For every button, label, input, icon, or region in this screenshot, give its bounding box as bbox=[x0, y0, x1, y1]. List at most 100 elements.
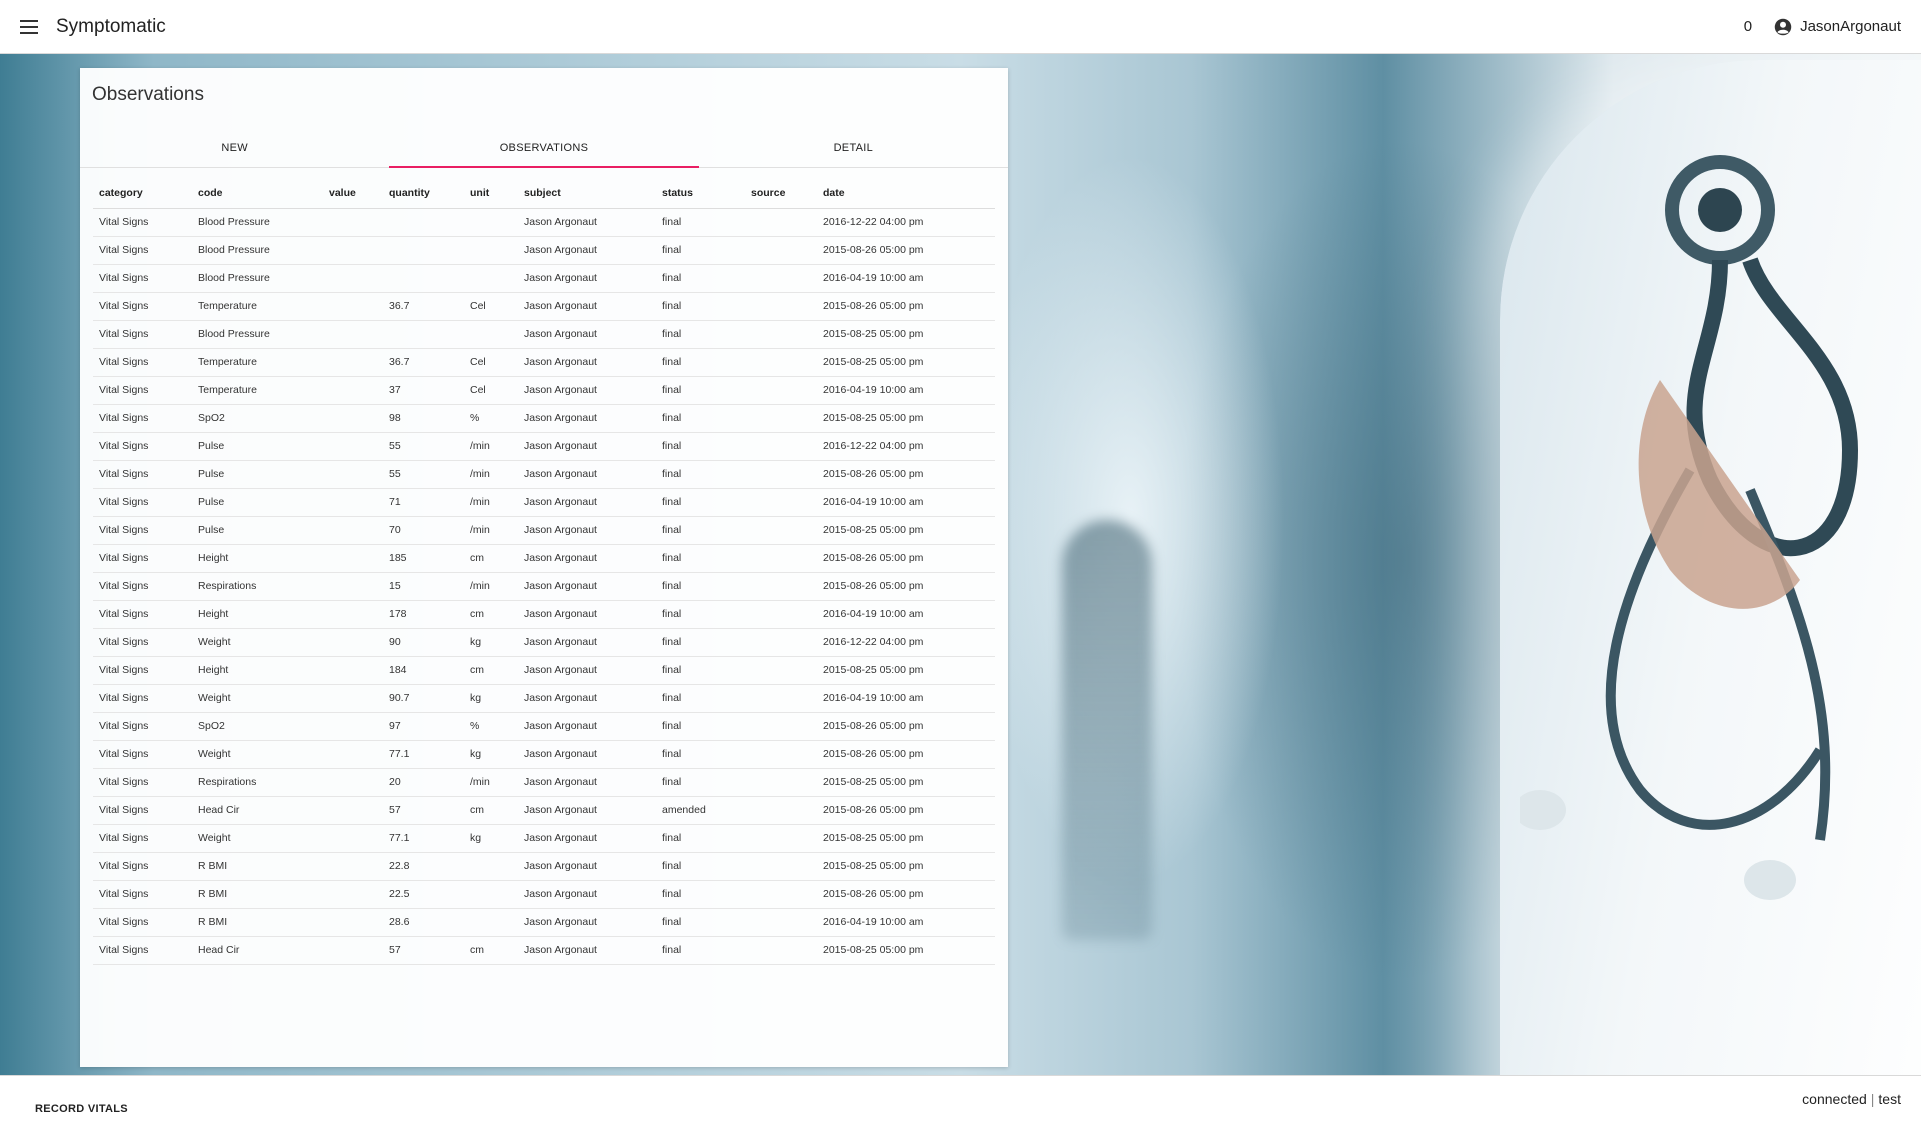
observations-card: Observations NEW OBSERVATIONS DETAIL cat… bbox=[80, 68, 1008, 1067]
cell-category: Vital Signs bbox=[93, 684, 192, 713]
account-circle-icon[interactable] bbox=[1774, 18, 1792, 36]
cell-category: Vital Signs bbox=[93, 852, 192, 881]
table-row[interactable]: Vital Signs Pulse 71/min Jason Argonaut fina… bbox=[93, 488, 995, 517]
cell-value bbox=[323, 628, 383, 657]
cell-code: Head Cir bbox=[192, 796, 323, 825]
cell-subject: Jason Argonaut bbox=[518, 824, 656, 853]
table-row[interactable]: Vital Signs Blood Pressure Jason Argonaut f… bbox=[93, 320, 995, 349]
column-header-status[interactable]: status bbox=[656, 178, 745, 209]
cell-status: amended bbox=[656, 796, 745, 825]
status-separator: | bbox=[1870, 1091, 1875, 1107]
cell-quantity: 15 bbox=[383, 572, 464, 601]
column-header-category[interactable]: category bbox=[93, 178, 192, 209]
cell-source bbox=[745, 768, 817, 797]
table-row[interactable]: Vital Signs Pulse 55/min Jason Argonaut fina… bbox=[93, 460, 995, 489]
table-header-row: category code value quantity unit subjec… bbox=[93, 178, 995, 209]
cell-value bbox=[323, 572, 383, 601]
table-row[interactable]: Vital Signs Pulse 55/min Jason Argonaut fina… bbox=[93, 432, 995, 461]
cell-quantity: 22.5 bbox=[383, 880, 464, 909]
table-row[interactable]: Vital Signs Height 184 cm Jason Argonaut fina… bbox=[93, 656, 995, 685]
table-row[interactable]: Vital Signs Height 178 cm Jason Argonaut fina… bbox=[93, 600, 995, 629]
column-header-code[interactable]: code bbox=[192, 178, 323, 209]
cell-unit: kg bbox=[464, 824, 518, 853]
cell-code: Temperature bbox=[192, 292, 323, 321]
tab-observations[interactable]: OBSERVATIONS bbox=[389, 134, 699, 168]
table-row[interactable]: Vital Signs Respirations 15/min Jason Argon… bbox=[93, 572, 995, 601]
tab-detail[interactable]: DETAIL bbox=[699, 134, 1008, 167]
username-label[interactable]: JasonArgonaut bbox=[1800, 18, 1901, 35]
column-header-subject[interactable]: subject bbox=[518, 178, 656, 209]
column-header-source[interactable]: source bbox=[745, 178, 817, 209]
column-header-date[interactable]: date bbox=[817, 178, 995, 209]
cell-quantity: 178 bbox=[383, 600, 464, 629]
table-row[interactable]: Vital Signs Blood Pressure Jason Argonaut f… bbox=[93, 264, 995, 293]
cell-value bbox=[323, 712, 383, 741]
cell-category: Vital Signs bbox=[93, 712, 192, 741]
cell-code: Blood Pressure bbox=[192, 320, 323, 349]
table-row[interactable]: Vital Signs Temperature 36.7 Cel Jason Argon… bbox=[93, 292, 995, 321]
cell-subject: Jason Argonaut bbox=[518, 320, 656, 349]
cell-source bbox=[745, 880, 817, 909]
cell-category: Vital Signs bbox=[93, 376, 192, 405]
record-vitals-button[interactable]: RECORD VITALS bbox=[35, 1103, 128, 1115]
cell-source bbox=[745, 628, 817, 657]
table-row[interactable]: Vital Signs R BMI 28.6 Jason Argonaut final 2… bbox=[93, 908, 995, 937]
background-figure bbox=[1062, 520, 1152, 940]
cell-code: Blood Pressure bbox=[192, 208, 323, 237]
cell-category: Vital Signs bbox=[93, 264, 192, 293]
cell-status: final bbox=[656, 544, 745, 573]
column-header-value[interactable]: value bbox=[323, 178, 383, 209]
cell-status: final bbox=[656, 292, 745, 321]
cell-subject: Jason Argonaut bbox=[518, 208, 656, 237]
table-row[interactable]: Vital Signs Blood Pressure Jason Argonaut f… bbox=[93, 208, 995, 237]
cell-quantity: 70 bbox=[383, 516, 464, 545]
cell-status: final bbox=[656, 684, 745, 713]
table-row[interactable]: Vital Signs Head Cir 57 cm Jason Argonaut fin… bbox=[93, 936, 995, 965]
cell-unit: kg bbox=[464, 628, 518, 657]
table-row[interactable]: Vital Signs Respirations 20/min Jason Argon… bbox=[93, 768, 995, 797]
cell-source bbox=[745, 796, 817, 825]
table-row[interactable]: Vital Signs Pulse 70/min Jason Argonaut fina… bbox=[93, 516, 995, 545]
table-row[interactable]: Vital Signs R BMI 22.8 Jason Argonaut final 2… bbox=[93, 852, 995, 881]
cell-unit: /min bbox=[464, 572, 518, 601]
table-row[interactable]: Vital Signs Weight 90 kg Jason Argonaut final… bbox=[93, 628, 995, 657]
table-row[interactable]: Vital Signs Weight 77.1 kg Jason Argonaut fin… bbox=[93, 824, 995, 853]
cell-category: Vital Signs bbox=[93, 320, 192, 349]
table-row[interactable]: Vital Signs SpO2 97% Jason Argonaut final 201… bbox=[93, 712, 995, 741]
cell-category: Vital Signs bbox=[93, 740, 192, 769]
cell-category: Vital Signs bbox=[93, 432, 192, 461]
column-header-unit[interactable]: unit bbox=[464, 178, 518, 209]
cell-unit: % bbox=[464, 712, 518, 741]
menu-icon[interactable] bbox=[20, 19, 38, 34]
table-row[interactable]: Vital Signs Weight 77.1 kg Jason Argonaut fin… bbox=[93, 740, 995, 769]
cell-value bbox=[323, 684, 383, 713]
cell-source bbox=[745, 572, 817, 601]
cell-quantity: 57 bbox=[383, 936, 464, 965]
tab-new[interactable]: NEW bbox=[80, 134, 389, 167]
cell-unit: cm bbox=[464, 544, 518, 573]
cell-value bbox=[323, 880, 383, 909]
cell-quantity: 36.7 bbox=[383, 292, 464, 321]
cell-source bbox=[745, 320, 817, 349]
cell-category: Vital Signs bbox=[93, 208, 192, 237]
table-row[interactable]: Vital Signs Temperature 36.7 Cel Jason Argon… bbox=[93, 348, 995, 377]
table-row[interactable]: Vital Signs SpO2 98% Jason Argonaut final 201… bbox=[93, 404, 995, 433]
table-row[interactable]: Vital Signs Temperature 37 Cel Jason Argonau… bbox=[93, 376, 995, 405]
table-row[interactable]: Vital Signs Head Cir 57 cm Jason Argonaut ame… bbox=[93, 796, 995, 825]
cell-subject: Jason Argonaut bbox=[518, 432, 656, 461]
cell-source bbox=[745, 684, 817, 713]
notification-count[interactable]: 0 bbox=[1744, 18, 1752, 35]
cell-date: 2015-08-25 05:00 pm bbox=[817, 656, 995, 685]
cell-code: Blood Pressure bbox=[192, 264, 323, 293]
cell-subject: Jason Argonaut bbox=[518, 376, 656, 405]
column-header-quantity[interactable]: quantity bbox=[383, 178, 464, 209]
table-row[interactable]: Vital Signs Weight 90.7 kg Jason Argonaut fin… bbox=[93, 684, 995, 713]
table-row[interactable]: Vital Signs Height 185 cm Jason Argonaut fina… bbox=[93, 544, 995, 573]
cell-subject: Jason Argonaut bbox=[518, 936, 656, 965]
cell-status: final bbox=[656, 768, 745, 797]
cell-subject: Jason Argonaut bbox=[518, 292, 656, 321]
table-row[interactable]: Vital Signs R BMI 22.5 Jason Argonaut final 2… bbox=[93, 880, 995, 909]
cell-code: Pulse bbox=[192, 432, 323, 461]
stethoscope-icon bbox=[1520, 155, 1859, 900]
table-row[interactable]: Vital Signs Blood Pressure Jason Argonaut f… bbox=[93, 236, 995, 265]
